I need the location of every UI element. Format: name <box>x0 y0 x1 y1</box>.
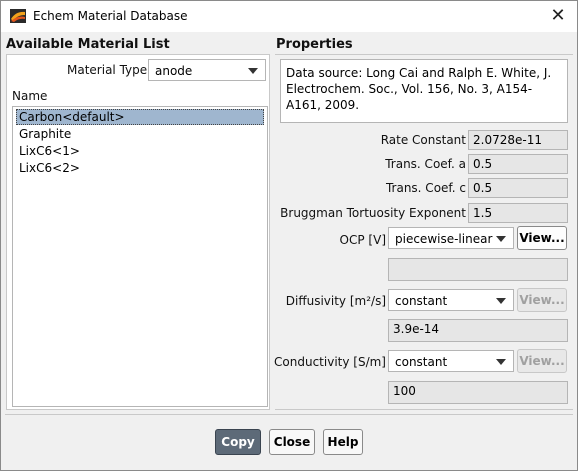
material-type-value: anode <box>155 64 193 78</box>
trans-coef-c-label: Trans. Coef. c <box>385 181 466 195</box>
window-title: Echem Material Database <box>33 9 188 23</box>
chevron-down-icon <box>496 236 506 242</box>
available-material-list-heading: Available Material List <box>6 37 170 52</box>
properties-heading: Properties <box>276 37 353 52</box>
list-item[interactable]: LixC6<2> <box>17 161 80 177</box>
chevron-down-icon <box>248 68 258 74</box>
ocp-value-field <box>388 258 568 281</box>
trans-coef-a-label: Trans. Coef. a <box>385 157 466 171</box>
bruggman-exponent-field: 1.5 <box>468 203 568 223</box>
bruggman-exponent-label: Bruggman Tortuosity Exponent <box>280 206 466 220</box>
list-item[interactable]: Carbon<default> <box>16 109 264 125</box>
ocp-label: OCP [V] <box>339 233 386 247</box>
material-type-dropdown[interactable]: anode <box>148 59 266 81</box>
chevron-down-icon <box>496 298 506 304</box>
copy-button[interactable]: Copy <box>215 429 261 455</box>
list-item[interactable]: LixC6<1> <box>17 144 80 160</box>
diffusivity-method-dropdown[interactable]: constant <box>388 289 514 311</box>
footer-divider <box>5 414 573 415</box>
close-icon[interactable]: ✕ <box>549 7 567 25</box>
conductivity-method-value: constant <box>395 355 448 369</box>
echem-material-database-dialog: Echem Material Database ✕ Available Mate… <box>0 0 578 471</box>
rate-constant-label: Rate Constant <box>380 133 466 147</box>
list-item[interactable]: Graphite <box>17 127 71 143</box>
conductivity-method-dropdown[interactable]: constant <box>388 350 514 372</box>
material-list[interactable]: Carbon<default> Graphite LixC6<1> LixC6<… <box>12 106 268 407</box>
title-bar: Echem Material Database ✕ <box>1 1 577 32</box>
ocp-method-value: piecewise-linear <box>395 232 493 246</box>
ocp-view-button[interactable]: View... <box>517 226 567 250</box>
data-source-text: Data source: Long Cai and Ralph E. White… <box>280 59 568 123</box>
material-type-label: Material Type <box>67 63 148 77</box>
conductivity-label: Conductivity [S/m] <box>274 355 386 369</box>
name-label: Name <box>12 89 48 103</box>
conductivity-value-field: 100 <box>388 381 568 404</box>
fluent-app-icon <box>10 9 26 23</box>
trans-coef-c-field: 0.5 <box>468 178 568 198</box>
trans-coef-a-field: 0.5 <box>468 154 568 174</box>
diffusivity-method-value: constant <box>395 294 448 308</box>
ocp-method-dropdown[interactable]: piecewise-linear <box>388 227 514 249</box>
diffusivity-value-field: 3.9e-14 <box>388 319 568 342</box>
properties-panel: Data source: Long Cai and Ralph E. White… <box>274 54 573 410</box>
diffusivity-view-button[interactable]: View... <box>517 288 567 312</box>
rate-constant-field: 2.0728e-11 <box>468 130 568 150</box>
chevron-down-icon <box>496 359 506 365</box>
conductivity-view-button[interactable]: View... <box>517 349 567 373</box>
close-button[interactable]: Close <box>269 429 315 455</box>
available-material-list-panel: Material Type anode Name Carbon<default>… <box>6 54 270 410</box>
diffusivity-label: Diffusivity [m²/s] <box>285 294 386 308</box>
help-button[interactable]: Help <box>323 429 363 455</box>
